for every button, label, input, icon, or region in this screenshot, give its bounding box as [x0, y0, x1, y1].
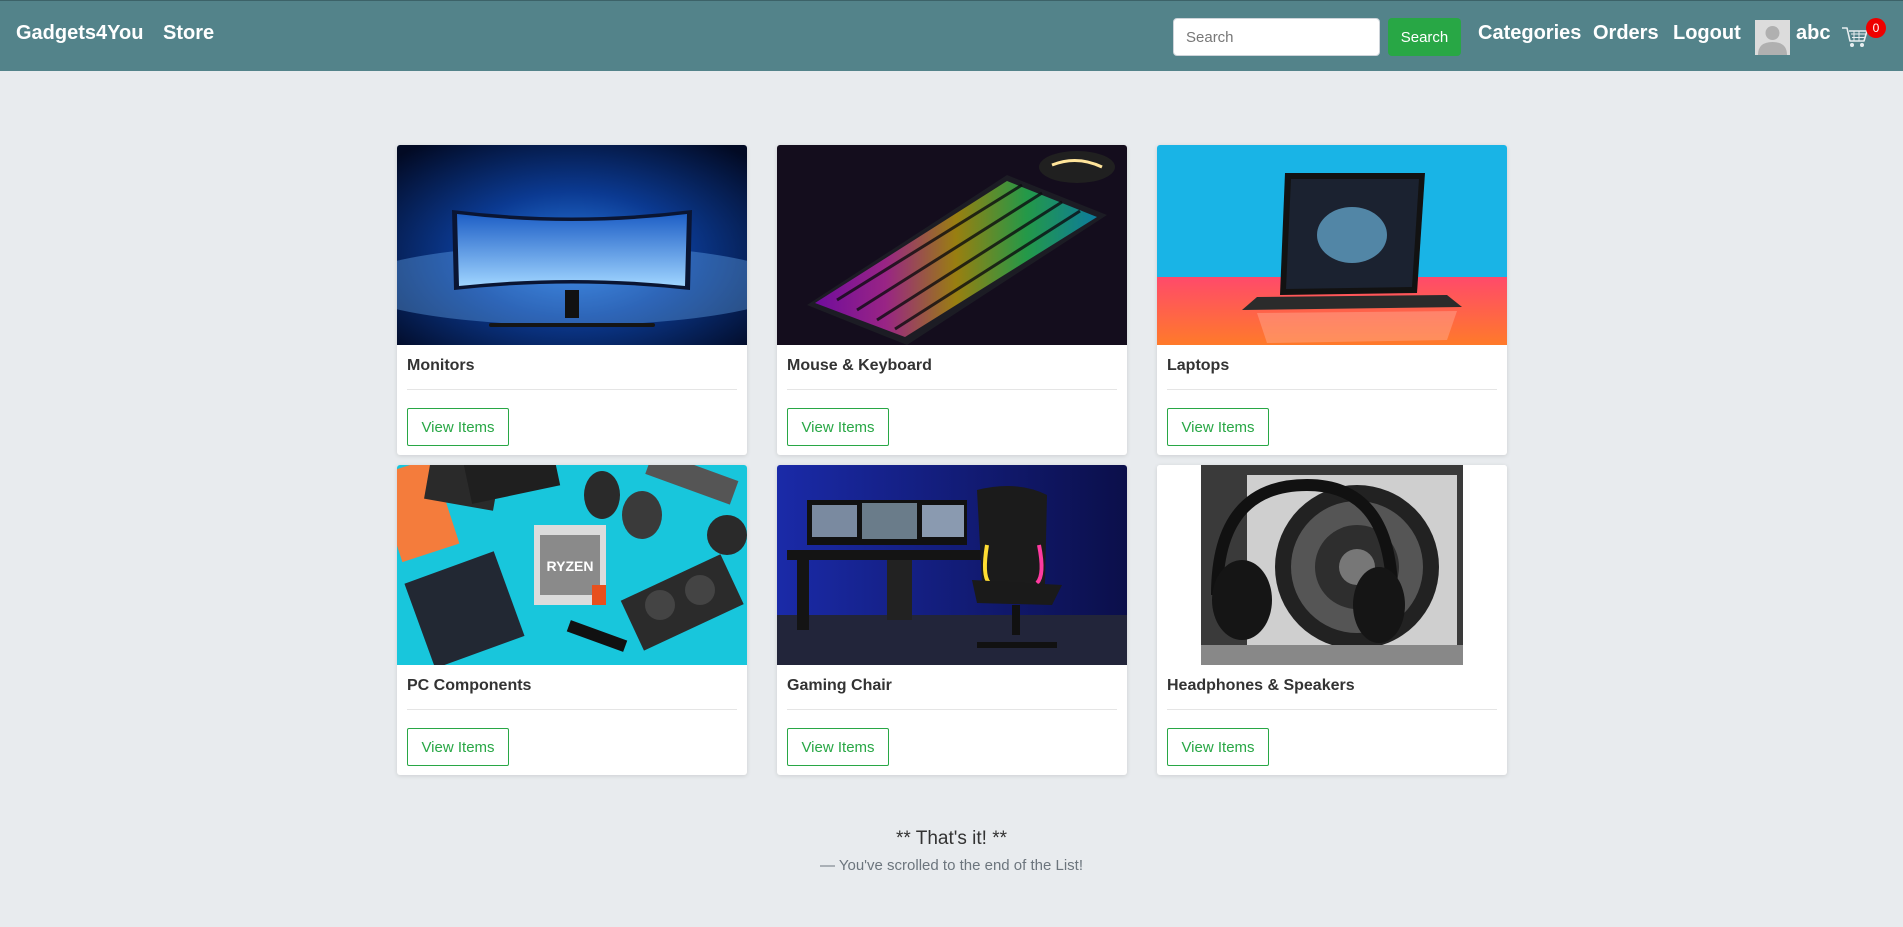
- nav-orders-link[interactable]: Orders: [1593, 22, 1659, 45]
- category-card-headphones-speakers: Headphones & Speakers View Items: [1157, 465, 1507, 775]
- search-input[interactable]: [1173, 18, 1380, 56]
- category-card-gaming-chair: Gaming Chair View Items: [777, 465, 1127, 775]
- card-divider: [407, 389, 737, 390]
- nav-logout-link[interactable]: Logout: [1673, 22, 1741, 45]
- user-avatar-icon[interactable]: [1755, 20, 1790, 55]
- cart-count-badge: 0: [1866, 18, 1886, 38]
- category-card-monitors: Monitors View Items: [397, 145, 747, 455]
- card-divider: [1167, 709, 1497, 710]
- category-title: Monitors: [407, 357, 475, 374]
- nav-store-link[interactable]: Store: [163, 22, 214, 45]
- search-button[interactable]: Search: [1388, 18, 1461, 56]
- gaming-chair-image: [777, 465, 1127, 665]
- end-of-list-subtitle: — You've scrolled to the end of the List…: [819, 857, 1084, 874]
- svg-text:RYZEN: RYZEN: [547, 558, 594, 574]
- card-divider: [1167, 389, 1497, 390]
- end-of-list-title: ** That's it! **: [896, 828, 1007, 849]
- category-title: Gaming Chair: [787, 677, 892, 694]
- view-items-button[interactable]: View Items: [787, 408, 889, 446]
- nav-categories-link[interactable]: Categories: [1478, 22, 1581, 45]
- card-divider: [407, 709, 737, 710]
- category-title: Laptops: [1167, 357, 1230, 374]
- category-title: PC Components: [407, 677, 532, 694]
- category-card-pc-components: RYZEN PC Components View Items: [397, 465, 747, 775]
- view-items-button[interactable]: View Items: [1167, 728, 1269, 766]
- category-card-laptops: Laptops View Items: [1157, 145, 1507, 455]
- view-items-button[interactable]: View Items: [787, 728, 889, 766]
- shopping-cart-icon[interactable]: [1841, 25, 1869, 49]
- brand-logo-link[interactable]: Gadgets4You: [16, 22, 143, 45]
- user-name[interactable]: abc: [1796, 22, 1830, 45]
- view-items-button[interactable]: View Items: [407, 408, 509, 446]
- category-title: Mouse & Keyboard: [787, 357, 932, 374]
- top-navbar: Gadgets4You Store Search Categories Orde…: [0, 0, 1903, 71]
- category-title: Headphones & Speakers: [1167, 677, 1355, 694]
- view-items-button[interactable]: View Items: [1167, 408, 1269, 446]
- headphones-speakers-image: [1157, 465, 1507, 665]
- pc-components-image: RYZEN: [397, 465, 747, 665]
- monitor-image: [397, 145, 747, 345]
- laptop-image: [1157, 145, 1507, 345]
- keyboard-image: [777, 145, 1127, 345]
- category-card-mouse-keyboard: Mouse & Keyboard View Items: [777, 145, 1127, 455]
- card-divider: [787, 389, 1117, 390]
- card-divider: [787, 709, 1117, 710]
- view-items-button[interactable]: View Items: [407, 728, 509, 766]
